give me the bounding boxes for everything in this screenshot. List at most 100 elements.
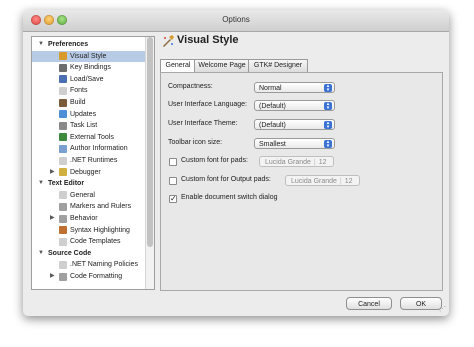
- stepper-arrows-icon: ▴ ▾: [324, 102, 332, 111]
- tree-item[interactable]: ▶ Debugger: [32, 167, 145, 178]
- ui-language-select[interactable]: (Default) ▴ ▾: [254, 100, 335, 111]
- markers-rulers-icon: [59, 202, 67, 211]
- updates-icon: [59, 110, 67, 119]
- title-bar: Options: [23, 10, 449, 32]
- collapse-triangle-icon[interactable]: ▶: [50, 167, 55, 178]
- ui-language-value: (Default): [259, 103, 286, 110]
- tree-item-label: Author Information: [70, 145, 128, 153]
- task-list-icon: [59, 121, 67, 130]
- expand-triangle-icon[interactable]: ▼: [38, 39, 44, 50]
- expand-triangle-icon[interactable]: ▼: [38, 248, 44, 259]
- compactness-value: Normal: [259, 85, 282, 92]
- ui-theme-select[interactable]: (Default) ▴ ▾: [254, 119, 335, 130]
- tree-item[interactable]: Build: [32, 97, 145, 108]
- tab-welcome-page[interactable]: Welcome Page: [194, 59, 250, 73]
- tree-item-label: Task List: [70, 122, 98, 130]
- tree-item[interactable]: ▶ Code Formatting: [32, 271, 145, 282]
- stepper-arrows-icon: ▴ ▾: [324, 121, 332, 130]
- tree-category-label: Text Editor: [48, 180, 85, 188]
- cancel-button[interactable]: Cancel: [346, 297, 392, 310]
- toolbar-icon-size-select[interactable]: Smallest ▴ ▾: [254, 138, 335, 149]
- tree-item[interactable]: Load/Save: [32, 74, 145, 85]
- net-naming-policies-icon: [59, 260, 67, 269]
- fonts-icon: [59, 86, 67, 95]
- tree-category-label: Preferences: [48, 41, 89, 48]
- document-switch-label: Enable document switch dialog: [181, 194, 278, 201]
- ui-language-label: User Interface Language:: [168, 101, 247, 108]
- custom-font-output-label: Custom font for Output pads:: [181, 176, 271, 183]
- tree-item[interactable]: Key Bindings: [32, 62, 145, 73]
- build-icon: [59, 98, 67, 107]
- code-formatting-icon: [59, 272, 67, 281]
- tree-item-label: .NET Runtimes: [70, 157, 118, 164]
- tree-item[interactable]: .NET Naming Policies: [32, 259, 145, 270]
- tree-item-label: Code Formatting: [70, 273, 123, 280]
- font-name: Lucida Grande: [265, 159, 311, 166]
- tree-category[interactable]: ▼ Source Code: [32, 248, 145, 259]
- tree-item[interactable]: .NET Runtimes: [32, 155, 145, 166]
- ok-button[interactable]: OK: [400, 297, 442, 310]
- font-name: Lucida Grande: [291, 178, 337, 185]
- tree-item-label: Syntax Highlighting: [70, 226, 130, 234]
- tree-item[interactable]: ▶ Behavior: [32, 213, 145, 224]
- tree-item-label: Key Bindings: [70, 64, 111, 72]
- tree-item[interactable]: Visual Style: [32, 50, 145, 62]
- ui-theme-value: (Default): [259, 122, 286, 129]
- compactness-select[interactable]: Normal ▴ ▾: [254, 82, 335, 93]
- custom-font-pads-picker[interactable]: Lucida Grande | 12: [259, 156, 334, 167]
- tree-item-label: Build: [70, 99, 86, 106]
- tab-general[interactable]: General: [160, 59, 196, 73]
- tree-item-label: Code Templates: [70, 238, 121, 246]
- tree-item[interactable]: General: [32, 190, 145, 201]
- code-templates-icon: [59, 237, 67, 246]
- tree-item[interactable]: Updates: [32, 109, 145, 120]
- options-window: Options ▼ Preferences Visual Style Key Bind…: [23, 10, 449, 316]
- custom-font-output-picker[interactable]: Lucida Grande | 12: [285, 175, 360, 186]
- author-information-icon: [59, 144, 67, 153]
- expand-triangle-icon[interactable]: ▼: [38, 178, 44, 189]
- collapse-triangle-icon[interactable]: ▶: [50, 213, 55, 224]
- custom-font-pads-checkbox[interactable]: [169, 158, 177, 166]
- ui-theme-label: User Interface Theme:: [168, 120, 238, 127]
- tree-item[interactable]: Task List: [32, 120, 145, 131]
- resize-grip-icon[interactable]: ⋰: [439, 306, 447, 314]
- tree-category[interactable]: ▼ Text Editor: [32, 178, 145, 189]
- tree-item[interactable]: Author Information: [32, 143, 145, 154]
- document-switch-checkbox[interactable]: ✓: [169, 195, 177, 203]
- tree-item-label: Behavior: [70, 215, 98, 222]
- general-icon: [59, 191, 67, 200]
- visual-style-icon: [163, 35, 174, 47]
- tree-item[interactable]: External Tools: [32, 132, 145, 143]
- toolbar-icon-size-label: Toolbar icon size:: [168, 139, 223, 146]
- tree-item[interactable]: Code Templates: [32, 236, 145, 247]
- tree-item-label: Debugger: [70, 168, 101, 176]
- tab-gtk-designer[interactable]: GTK# Designer: [248, 59, 308, 73]
- collapse-triangle-icon[interactable]: ▶: [50, 271, 55, 282]
- custom-font-output-checkbox[interactable]: [169, 177, 177, 185]
- stepper-arrows-icon: ▴ ▾: [324, 84, 332, 93]
- tree-item-label: General: [70, 191, 95, 199]
- tree-item-label: Visual Style: [70, 52, 107, 60]
- external-tools-icon: [59, 133, 67, 142]
- font-size: 12: [318, 159, 327, 166]
- tree-item-label: Fonts: [70, 87, 88, 95]
- net-runtimes-icon: [59, 156, 67, 165]
- tree-item[interactable]: Markers and Rulers: [32, 201, 145, 212]
- font-size: 12: [344, 178, 353, 185]
- behavior-icon: [59, 214, 67, 223]
- window-title: Options: [222, 15, 250, 24]
- preferences-tree[interactable]: ▼ Preferences Visual Style Key Bindings Load…: [31, 36, 155, 290]
- tree-item-label: Markers and Rulers: [70, 203, 132, 211]
- tree-item-label: .NET Naming Policies: [70, 261, 138, 269]
- tree-category[interactable]: ▼ Preferences: [32, 39, 145, 50]
- tree-item[interactable]: Fonts: [32, 85, 145, 96]
- page-title: Visual Style: [177, 34, 239, 46]
- stepper-arrows-icon: ▴ ▾: [324, 140, 332, 149]
- tree-scrollbar[interactable]: [145, 37, 154, 289]
- tree-scroll-thumb[interactable]: [147, 37, 153, 247]
- compactness-label: Compactness:: [168, 83, 213, 90]
- tree-item-label: Updates: [70, 110, 97, 118]
- tree-item[interactable]: Syntax Highlighting: [32, 225, 145, 236]
- debugger-icon: [59, 168, 67, 177]
- tree-item-label: Load/Save: [70, 75, 104, 83]
